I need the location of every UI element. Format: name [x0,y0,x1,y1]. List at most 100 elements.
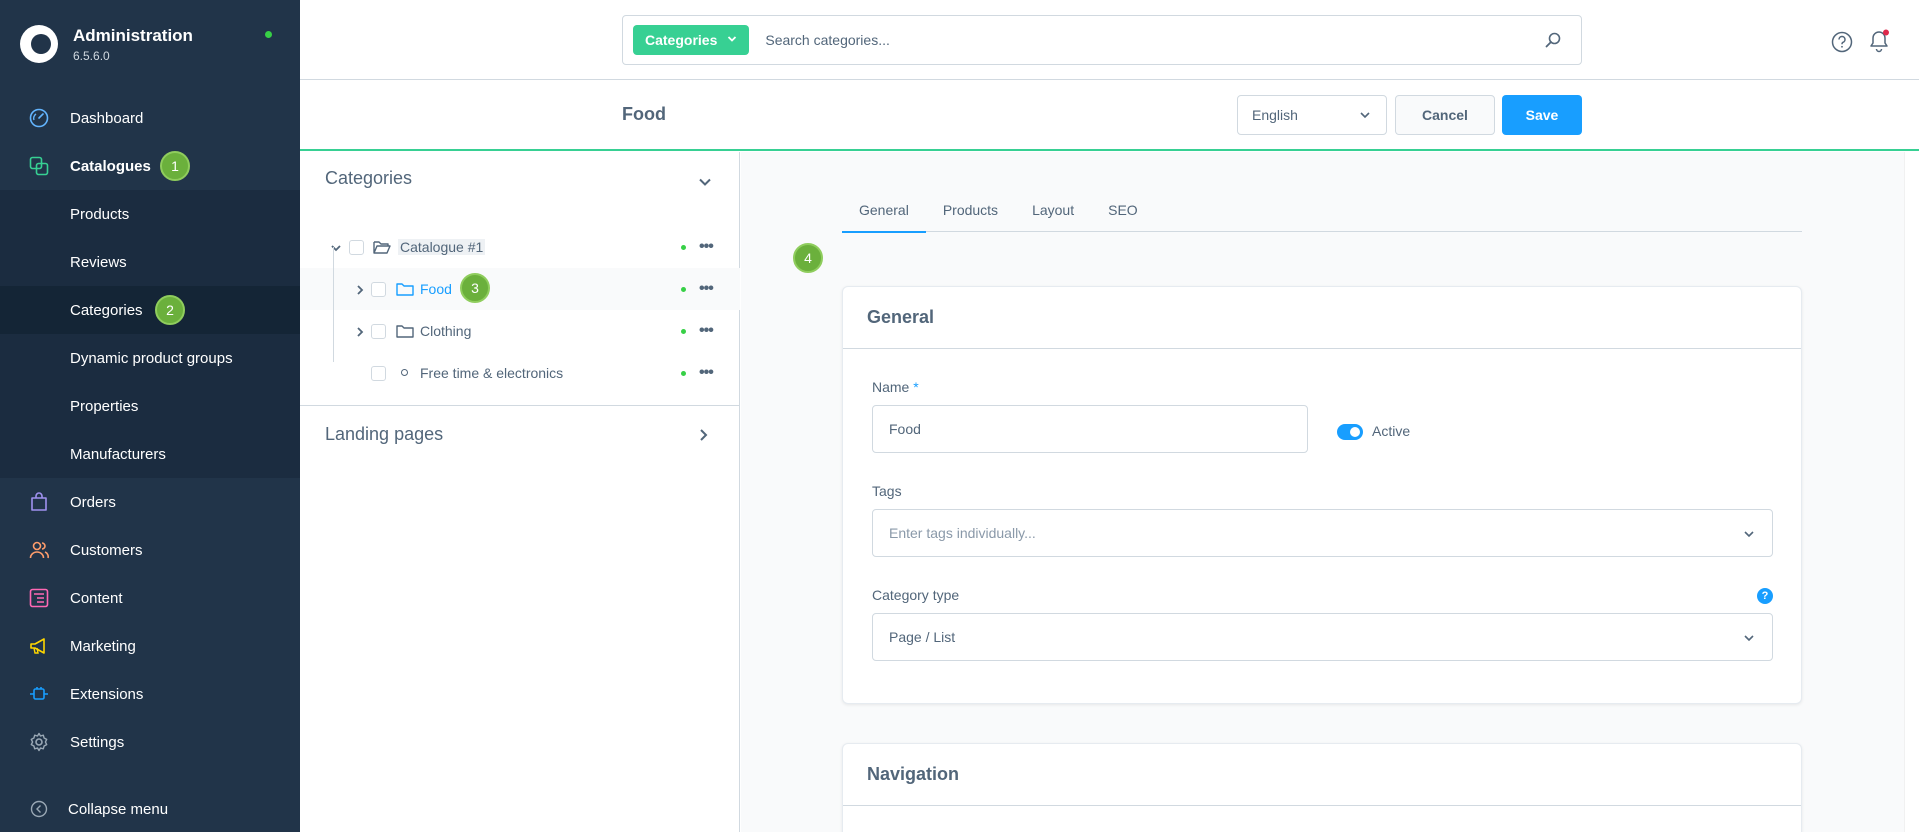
chevron-down-icon[interactable] [697,174,713,190]
nav-sub-reviews[interactable]: Reviews [0,238,300,286]
nav-item-dashboard[interactable]: Dashboard [0,94,300,142]
step-badge-2: 2 [155,295,185,325]
tree-checkbox[interactable] [371,366,386,381]
navigation-card: Navigation [842,743,1802,832]
nav-label-catalogues: Catalogues [70,157,151,175]
nav-sub-properties[interactable]: Properties [0,382,300,430]
name-label: Name * [872,379,919,395]
content-icon [28,587,50,609]
search-input[interactable] [765,32,1543,48]
chevron-right-icon[interactable] [696,428,710,442]
help-icon[interactable] [1831,31,1853,53]
tree-item-clothing[interactable]: Clothing ••• [300,310,740,352]
tab-general[interactable]: General [842,200,926,233]
smart-bar: Food English Cancel Save [300,80,1919,151]
nav-label-orders: Orders [70,493,116,511]
chevron-down-icon [1358,108,1372,122]
collapse-arrow-icon [30,800,48,818]
nav-item-marketing[interactable]: Marketing [0,622,300,670]
landing-pages-heading[interactable]: Landing pages [325,424,443,445]
active-status-dot [681,245,686,250]
nav-sub-label-reviews: Reviews [70,253,127,271]
category-detail: General Products Layout SEO 4 General Na… [741,152,1905,832]
tab-seo[interactable]: SEO [1091,200,1155,232]
chevron-right-icon[interactable] [354,325,366,337]
active-toggle[interactable] [1337,424,1363,440]
nav-sub-label-manufacturers: Manufacturers [70,445,166,463]
tree-checkbox[interactable] [371,282,386,297]
main-nav: Dashboard Catalogues 1 Products Reviews … [0,94,300,766]
tree-item-free-time-electronics[interactable]: Free time & electronics ••• [300,352,740,394]
brand-title: Administration [73,25,193,45]
tree-connector-line [333,247,334,362]
tree-heading: Categories [325,168,413,188]
active-status-dot [681,287,686,292]
nav-sub-manufacturers[interactable]: Manufacturers [0,430,300,478]
save-button[interactable]: Save [1502,95,1582,135]
nav-label-content: Content [70,589,123,607]
nav-sub-label-products: Products [70,205,130,223]
step-badge-1: 1 [160,151,190,181]
nav-item-extensions[interactable]: Extensions [0,670,300,718]
leaf-node-icon [401,369,408,376]
nav-label-customers: Customers [70,541,143,559]
chevron-right-icon[interactable] [354,283,366,295]
nav-item-orders[interactable]: Orders [0,478,300,526]
dashboard-icon [28,107,50,129]
nav-item-customers[interactable]: Customers [0,526,300,574]
tree-item-root[interactable]: Catalogue #1 ••• [300,226,740,268]
collapse-menu-button[interactable]: Collapse menu [30,800,168,818]
tags-field[interactable]: Enter tags individually... [872,509,1773,557]
tree-item-food[interactable]: Food 3 ••• [300,268,740,310]
name-value: Food [889,421,921,437]
navigation-card-title: Navigation [843,744,1801,806]
plug-icon [28,683,50,705]
nav-item-content[interactable]: Content [0,574,300,622]
detail-tabs: General Products Layout SEO [842,200,1802,233]
tags-label: Tags [872,483,902,499]
category-tree: Catalogue #1 ••• Food 3 ••• Clothing •••… [300,226,740,394]
more-actions-icon[interactable]: ••• [699,323,715,339]
nav-sub-dynamic-product-groups[interactable]: Dynamic product groups [0,334,300,382]
tree-checkbox[interactable] [371,324,386,339]
search-icon[interactable] [1543,30,1563,50]
shopware-logo-icon [20,25,58,63]
step-badge-4: 4 [793,243,823,273]
tab-layout[interactable]: Layout [1015,200,1091,232]
language-value: English [1252,107,1298,123]
tree-checkbox[interactable] [349,240,364,255]
active-status-dot [681,371,686,376]
nav-label-marketing: Marketing [70,637,136,655]
tree-item-label: Free time & electronics [420,365,564,381]
chevron-down-icon[interactable] [330,241,342,253]
help-tooltip-icon[interactable]: ? [1757,588,1773,604]
more-actions-icon[interactable]: ••• [699,239,715,255]
scrollbar[interactable] [1904,152,1905,832]
tab-products[interactable]: Products [926,200,1015,232]
top-bar: Categories [300,0,1919,80]
search-type-dropdown[interactable]: Categories [633,25,750,55]
folder-icon [396,323,414,339]
catalogues-submenu: Products Reviews Categories 2 Dynamic pr… [0,190,300,478]
required-marker: * [913,379,919,395]
nav-item-settings[interactable]: Settings [0,718,300,766]
chevron-down-icon [727,34,737,47]
nav-label-extensions: Extensions [70,685,144,703]
language-switch[interactable]: English [1237,95,1387,135]
nav-sub-categories[interactable]: Categories 2 [0,286,300,334]
more-actions-icon[interactable]: ••• [699,281,715,297]
nav-sub-products[interactable]: Products [0,190,300,238]
gear-icon [28,731,50,753]
global-search: Categories [622,15,1582,65]
nav-item-catalogues[interactable]: Catalogues 1 [0,142,300,190]
cancel-button[interactable]: Cancel [1395,95,1495,135]
brand[interactable]: Administration 6.5.6.0 [20,22,193,66]
category-type-select[interactable]: Page / List [872,613,1773,661]
step-badge-3: 3 [460,273,490,303]
chevron-down-icon [1742,631,1756,645]
notification-bell-icon[interactable] [1868,29,1889,53]
more-actions-icon[interactable]: ••• [699,365,715,381]
shopping-bag-icon [28,491,50,513]
general-card-title: General [843,287,1801,349]
name-field[interactable]: Food [872,405,1308,453]
